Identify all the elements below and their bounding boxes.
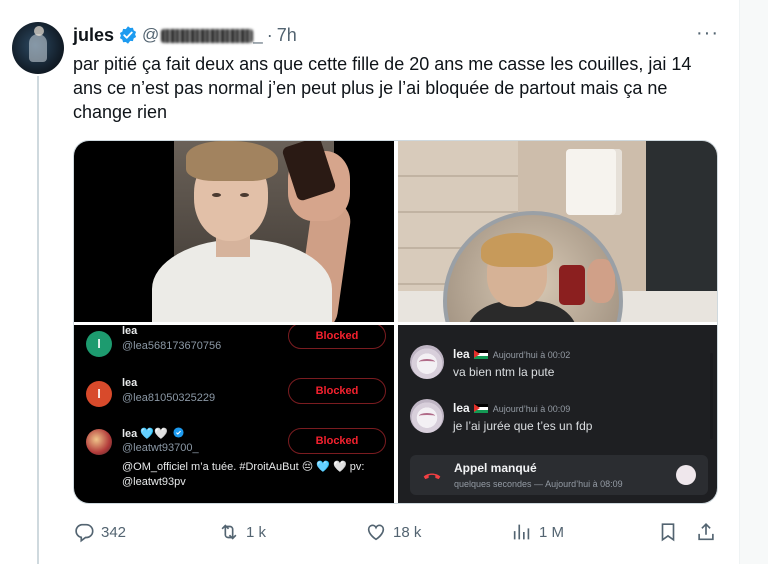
missed-call-icon [423, 473, 441, 480]
repost-button[interactable]: 1 k [218, 518, 266, 546]
blocked-bio: @OM_officiel m’a tuée. #DroitAuBut 😔 🩵 🤍… [122, 460, 390, 490]
avatar-figure [29, 34, 47, 62]
discord-author: lea Aujourd’hui à 00:09 [453, 401, 570, 415]
discord-timestamp: Aujourd’hui à 00:02 [492, 350, 571, 360]
photo-eye [240, 193, 249, 197]
photo-eye [212, 193, 221, 197]
media-photo-2[interactable] [398, 141, 717, 322]
discord-avatar [410, 399, 444, 433]
view-count: 1 M [539, 523, 565, 541]
blocked-name: lea 🩵🤍 [122, 427, 184, 440]
bookmark-button[interactable] [657, 518, 679, 546]
repost-icon [221, 524, 237, 540]
blocked-handle: @lea568173670756 [122, 340, 222, 352]
chat-scrollbar[interactable] [710, 353, 713, 439]
discord-timestamp: Aujourd’hui à 00:09 [492, 404, 571, 414]
blocked-avatar [86, 429, 112, 455]
discord-author: lea Aujourd’hui à 00:02 [453, 347, 570, 361]
like-count: 18 k [393, 523, 422, 541]
discord-author-name: lea [453, 347, 470, 361]
repost-count: 1 k [246, 523, 267, 541]
blocked-handle: @lea81050325229 [122, 392, 216, 404]
flag-icon [473, 350, 488, 360]
blocked-button[interactable]: Blocked [288, 378, 386, 404]
bookmark-icon [661, 523, 675, 542]
avatar-initial: l [97, 337, 101, 351]
blocked-name-text: lea 🩵🤍 [122, 428, 168, 440]
more-options-icon[interactable]: ··· [696, 23, 719, 43]
reply-icon [75, 523, 94, 543]
author-avatar[interactable] [12, 22, 64, 74]
photo-phone [559, 265, 585, 305]
blocked-bio-line: @leatwt93pv [122, 476, 186, 488]
missed-call-title: Appel manqué [454, 461, 537, 475]
tweet-text: par pitié ça fait deux ans que cette fil… [73, 54, 692, 122]
photo-hand [587, 259, 615, 303]
tweet-timestamp[interactable]: 7h [277, 25, 297, 46]
blocked-avatar: l [86, 331, 112, 357]
blocked-avatar: l [86, 381, 112, 407]
handle-suffix: _ [253, 25, 263, 44]
tweet-actions: 342 1 k 18 k 1 M [73, 518, 718, 546]
blocked-name: lea [122, 325, 138, 337]
photo-hair [481, 233, 553, 267]
missed-call-subtitle: quelques secondes — Aujourd’hui à 08:09 [454, 479, 623, 489]
avatar-initial: l [97, 387, 101, 401]
blocked-name: lea [122, 377, 138, 389]
like-button[interactable]: 18 k [365, 518, 421, 546]
avatar-figure-head [34, 26, 44, 36]
heart-icon [367, 524, 385, 541]
blocked-bio-line: @OM_officiel m’a tuée. #DroitAuBut 😔 🩵 🤍… [122, 461, 365, 473]
photo-tissue-box [566, 149, 622, 215]
blocked-list-item: l lea @lea568173670756 Blocked [74, 325, 394, 377]
reply-button[interactable]: 342 [73, 518, 126, 546]
tweet-header: jules @ _ · 7h [73, 24, 297, 46]
caller-avatar [676, 465, 696, 485]
blocked-list-item: l lea @lea81050325229 Blocked [74, 375, 394, 427]
share-icon [698, 523, 714, 541]
handle-redaction [161, 28, 254, 43]
author-handle[interactable]: @ _ [142, 25, 263, 45]
media-photo-1[interactable] [74, 141, 394, 322]
media-grid[interactable]: l lea @lea568173670756 Blocked l lea @le… [73, 140, 718, 504]
handle-prefix: @ [142, 25, 160, 44]
blocked-list-item: lea 🩵🤍 @leatwt93700_ Blocked @OM_officie… [74, 425, 394, 503]
discord-message: va bien ntm la pute [453, 365, 555, 379]
verified-badge-icon [173, 427, 184, 438]
dot-separator: · [266, 24, 273, 45]
views-button[interactable]: 1 M [511, 518, 564, 546]
reply-count: 342 [101, 523, 127, 541]
discord-message: je l’ai jurée que t’es un fdp [453, 419, 593, 433]
blocked-button[interactable]: Blocked [288, 428, 386, 454]
views-icon [513, 524, 530, 540]
missed-call-card[interactable]: Appel manqué quelques secondes — Aujourd… [410, 455, 708, 495]
verified-badge-icon[interactable] [118, 25, 138, 45]
blocked-handle: @leatwt93700_ [122, 442, 199, 454]
media-blocked-list[interactable]: l lea @lea568173670756 Blocked l lea @le… [74, 325, 394, 503]
author-name[interactable]: jules [73, 25, 114, 46]
blocked-button[interactable]: Blocked [288, 325, 386, 349]
discord-avatar [410, 345, 444, 379]
photo-hair [186, 141, 278, 181]
thread-line [37, 76, 39, 564]
share-button[interactable] [695, 518, 717, 546]
flag-icon [473, 404, 488, 414]
discord-author-name: lea [453, 401, 470, 415]
tweet-card[interactable]: jules @ _ · 7h ··· par pitié ça fait deux… [0, 0, 740, 564]
media-discord-chat[interactable]: lea Aujourd’hui à 00:02 va bien ntm la pu… [398, 325, 717, 503]
